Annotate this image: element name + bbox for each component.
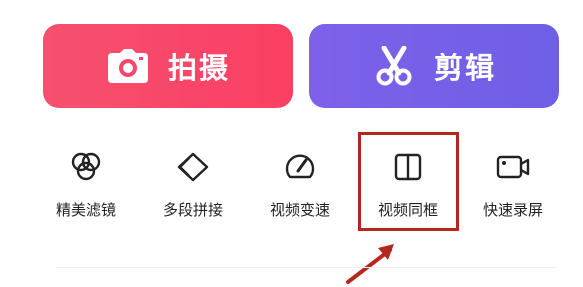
scissors-icon: [372, 44, 416, 88]
tool-filter[interactable]: 精美滤镜: [36, 140, 136, 230]
tool-label: 快速录屏: [482, 201, 543, 219]
shoot-label: 拍摄: [167, 51, 230, 85]
shoot-button[interactable]: 拍摄: [43, 24, 293, 108]
camera-icon: [106, 44, 150, 88]
splice-icon: [175, 149, 211, 185]
tool-label: 视频变速: [269, 201, 330, 219]
tool-label: 多段拼接: [162, 201, 223, 219]
divider: [55, 267, 555, 268]
tool-screen-record[interactable]: 快速录屏: [463, 140, 563, 230]
tool-row: 精美滤镜 多段拼接 视频变速 视频同框 快速录屏: [0, 140, 583, 230]
filter-icon: [68, 149, 104, 185]
speed-icon: [282, 149, 318, 185]
edit-button[interactable]: 剪辑: [309, 24, 559, 108]
highlight-box: [358, 132, 459, 231]
edit-label: 剪辑: [433, 51, 496, 85]
tool-label: 精美滤镜: [55, 201, 116, 219]
pointer-arrow-icon: [346, 244, 394, 284]
screen-record-icon: [495, 149, 531, 185]
tool-speed[interactable]: 视频变速: [250, 140, 350, 230]
tool-splice[interactable]: 多段拼接: [143, 140, 243, 230]
